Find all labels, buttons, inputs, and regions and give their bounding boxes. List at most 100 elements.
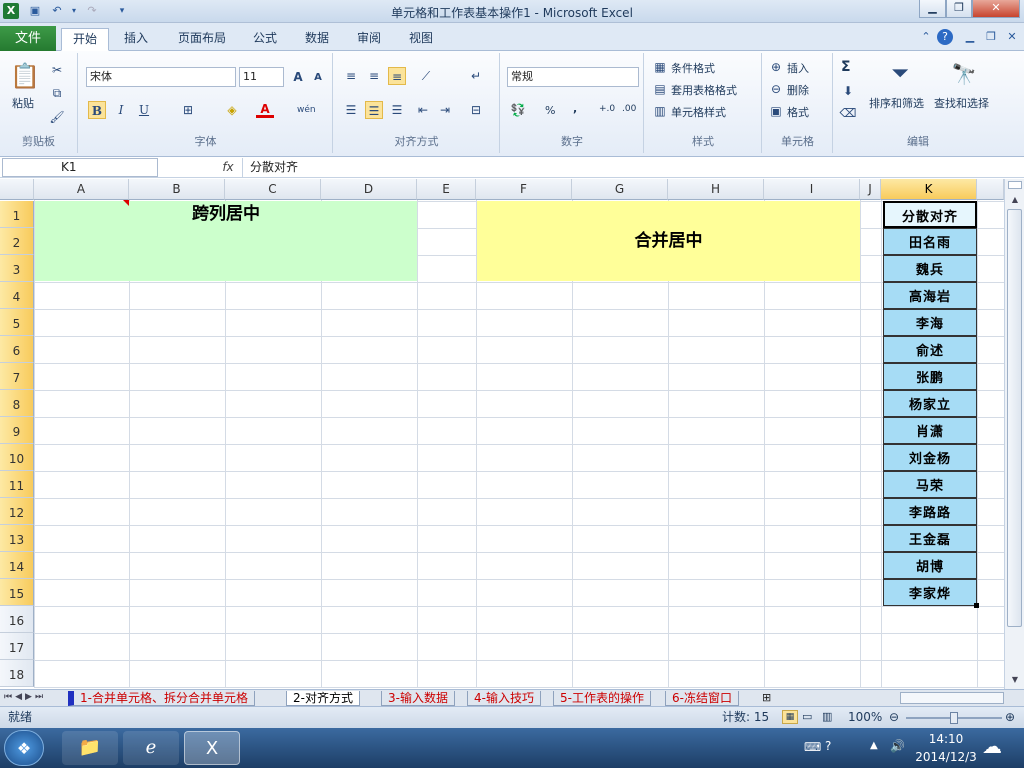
cell-k3[interactable]: 魏兵 <box>883 255 977 282</box>
row-header-9[interactable]: 9 <box>0 417 34 444</box>
align-middle-icon[interactable]: ≡ <box>365 67 383 85</box>
number-format-select[interactable]: 常规 <box>507 67 639 87</box>
font-name-select[interactable]: 宋体 <box>86 67 236 87</box>
scroll-up-icon[interactable]: ▲ <box>1008 193 1022 207</box>
tab-view[interactable]: 视图 <box>399 28 443 51</box>
cell-style-icon[interactable]: ▥ <box>651 102 669 120</box>
column-header-f[interactable]: F <box>476 179 572 200</box>
vertical-scrollbar[interactable]: ▲ ▼ <box>1004 179 1024 689</box>
cell-a1-text[interactable]: 跨列居中 <box>35 201 417 227</box>
decrease-decimal-button[interactable]: .00 <box>622 104 636 114</box>
cell-k12[interactable]: 李路路 <box>883 498 977 525</box>
start-button[interactable]: ❖ <box>4 730 44 766</box>
conditional-format-button[interactable]: 条件格式 <box>671 60 715 76</box>
row-header-16[interactable]: 16 <box>0 606 34 633</box>
insert-cells-button[interactable]: 插入 <box>787 60 809 76</box>
autosum-button[interactable]: Σ <box>841 59 851 75</box>
row-header-17[interactable]: 17 <box>0 633 34 660</box>
row-header-3[interactable]: 3 <box>0 255 34 282</box>
fill-icon[interactable]: ⬇ <box>839 82 857 100</box>
paste-icon[interactable]: 📋 <box>10 59 40 93</box>
cut-icon[interactable]: ✂ <box>48 61 66 79</box>
zoom-level[interactable]: 100% <box>848 707 882 727</box>
row-header-6[interactable]: 6 <box>0 336 34 363</box>
decrease-indent-icon[interactable]: ⇤ <box>414 101 432 119</box>
row-header-13[interactable]: 13 <box>0 525 34 552</box>
cell-k11[interactable]: 马荣 <box>883 471 977 498</box>
help-icon[interactable]: ? <box>937 29 953 45</box>
row-header-14[interactable]: 14 <box>0 552 34 579</box>
tab-home[interactable]: 开始 <box>61 28 109 51</box>
cell-k1[interactable]: 分散对齐 <box>883 201 977 228</box>
row-header-8[interactable]: 8 <box>0 390 34 417</box>
zoom-out-icon[interactable]: ⊖ <box>889 707 899 727</box>
cell-k2[interactable]: 田名雨 <box>883 228 977 255</box>
cell-k7[interactable]: 张鹏 <box>883 363 977 390</box>
bold-button[interactable]: B <box>88 101 106 119</box>
cell-k13[interactable]: 王金磊 <box>883 525 977 552</box>
insert-cells-icon[interactable]: ⊕ <box>767 58 785 76</box>
sheet-tab-4[interactable]: 4-输入技巧 <box>467 691 541 706</box>
phonetic-icon[interactable]: wén <box>297 101 316 119</box>
spreadsheet-grid[interactable]: ABCDEFGHIJK 1 2 3 4 5 6 7 8 9 10 11 12 13 14 15 16 17 18 … <box>0 179 1004 689</box>
help-tray-icon[interactable]: ? <box>825 739 831 753</box>
tray-expand-icon[interactable]: ▲ <box>870 740 878 751</box>
page-break-view-icon[interactable]: ▥ <box>822 707 832 727</box>
shrink-font-icon[interactable]: A <box>309 69 327 87</box>
sheet-tab-6[interactable]: 6-冻结窗口 <box>665 691 739 706</box>
conditional-format-icon[interactable]: ▦ <box>651 58 669 76</box>
select-all-corner[interactable] <box>0 179 34 200</box>
cell-f1-merged-text[interactable]: 合并居中 <box>477 228 860 254</box>
tab-insert[interactable]: 插入 <box>114 28 158 51</box>
underline-button[interactable]: U <box>135 101 153 119</box>
merge-center-icon[interactable]: ⊟ <box>467 101 485 119</box>
font-size-select[interactable]: 11 <box>239 67 284 87</box>
sheet-tab-1[interactable]: 1-合并单元格、拆分合并单元格 <box>68 691 255 706</box>
delete-cells-icon[interactable]: ⊖ <box>767 80 785 98</box>
maximize-button[interactable]: ❐ <box>946 0 972 18</box>
cell-k8[interactable]: 杨家立 <box>883 390 977 417</box>
insert-function-button[interactable]: fx <box>218 158 238 177</box>
cell-k9[interactable]: 肖潇 <box>883 417 977 444</box>
explorer-taskbar-icon[interactable]: 📁 <box>62 731 118 765</box>
table-format-button[interactable]: 套用表格格式 <box>671 82 737 98</box>
ribbon-collapse-icon[interactable]: ⌃ <box>918 29 934 45</box>
cell-k14[interactable]: 胡博 <box>883 552 977 579</box>
cell-k4[interactable]: 高海岩 <box>883 282 977 309</box>
find-select-icon[interactable]: 🔭 <box>948 59 980 89</box>
sort-filter-button[interactable]: 排序和筛选 <box>869 95 924 111</box>
percent-button[interactable]: % <box>545 104 555 117</box>
weather-tray-icon[interactable]: ☁ <box>982 734 1002 758</box>
paste-label[interactable]: 粘贴 <box>12 95 34 111</box>
excel-taskbar-icon[interactable]: X <box>184 731 240 765</box>
row-header-1[interactable]: 1 <box>0 201 34 228</box>
fill-handle[interactable] <box>974 603 979 608</box>
column-header-g[interactable]: G <box>572 179 668 200</box>
align-left-icon[interactable]: ☰ <box>342 101 360 119</box>
align-center-icon[interactable]: ☰ <box>365 101 383 119</box>
row-header-10[interactable]: 10 <box>0 444 34 471</box>
copy-icon[interactable]: ⧉ <box>48 84 66 102</box>
grow-font-icon[interactable]: A <box>289 68 307 86</box>
orientation-icon[interactable]: ⟋ <box>417 67 435 85</box>
workbook-restore-icon[interactable]: ❐ <box>983 29 999 45</box>
scroll-down-icon[interactable]: ▼ <box>1008 673 1022 687</box>
clock-date[interactable]: 2014/12/3 <box>914 750 978 764</box>
sheet-tab-2[interactable]: 2-对齐方式 <box>286 691 360 706</box>
font-color-icon[interactable]: A <box>256 100 274 118</box>
align-top-icon[interactable]: ≡ <box>342 67 360 85</box>
cell-k15[interactable]: 李家烨 <box>883 579 977 606</box>
cell-k10[interactable]: 刘金杨 <box>883 444 977 471</box>
border-icon[interactable]: ⊞ <box>179 101 197 119</box>
row-header-18[interactable]: 18 <box>0 660 34 687</box>
increase-indent-icon[interactable]: ⇥ <box>436 101 454 119</box>
horizontal-scrollbar[interactable] <box>900 692 1004 704</box>
formula-input[interactable]: 分散对齐 <box>242 158 1008 177</box>
find-select-button[interactable]: 查找和选择 <box>934 95 989 111</box>
column-header-h[interactable]: H <box>668 179 764 200</box>
tab-review[interactable]: 审阅 <box>347 28 391 51</box>
column-header-e[interactable]: E <box>417 179 476 200</box>
page-layout-view-icon[interactable]: ▭ <box>802 707 812 727</box>
column-header-d[interactable]: D <box>321 179 417 200</box>
zoom-in-icon[interactable]: ⊕ <box>1005 707 1015 727</box>
